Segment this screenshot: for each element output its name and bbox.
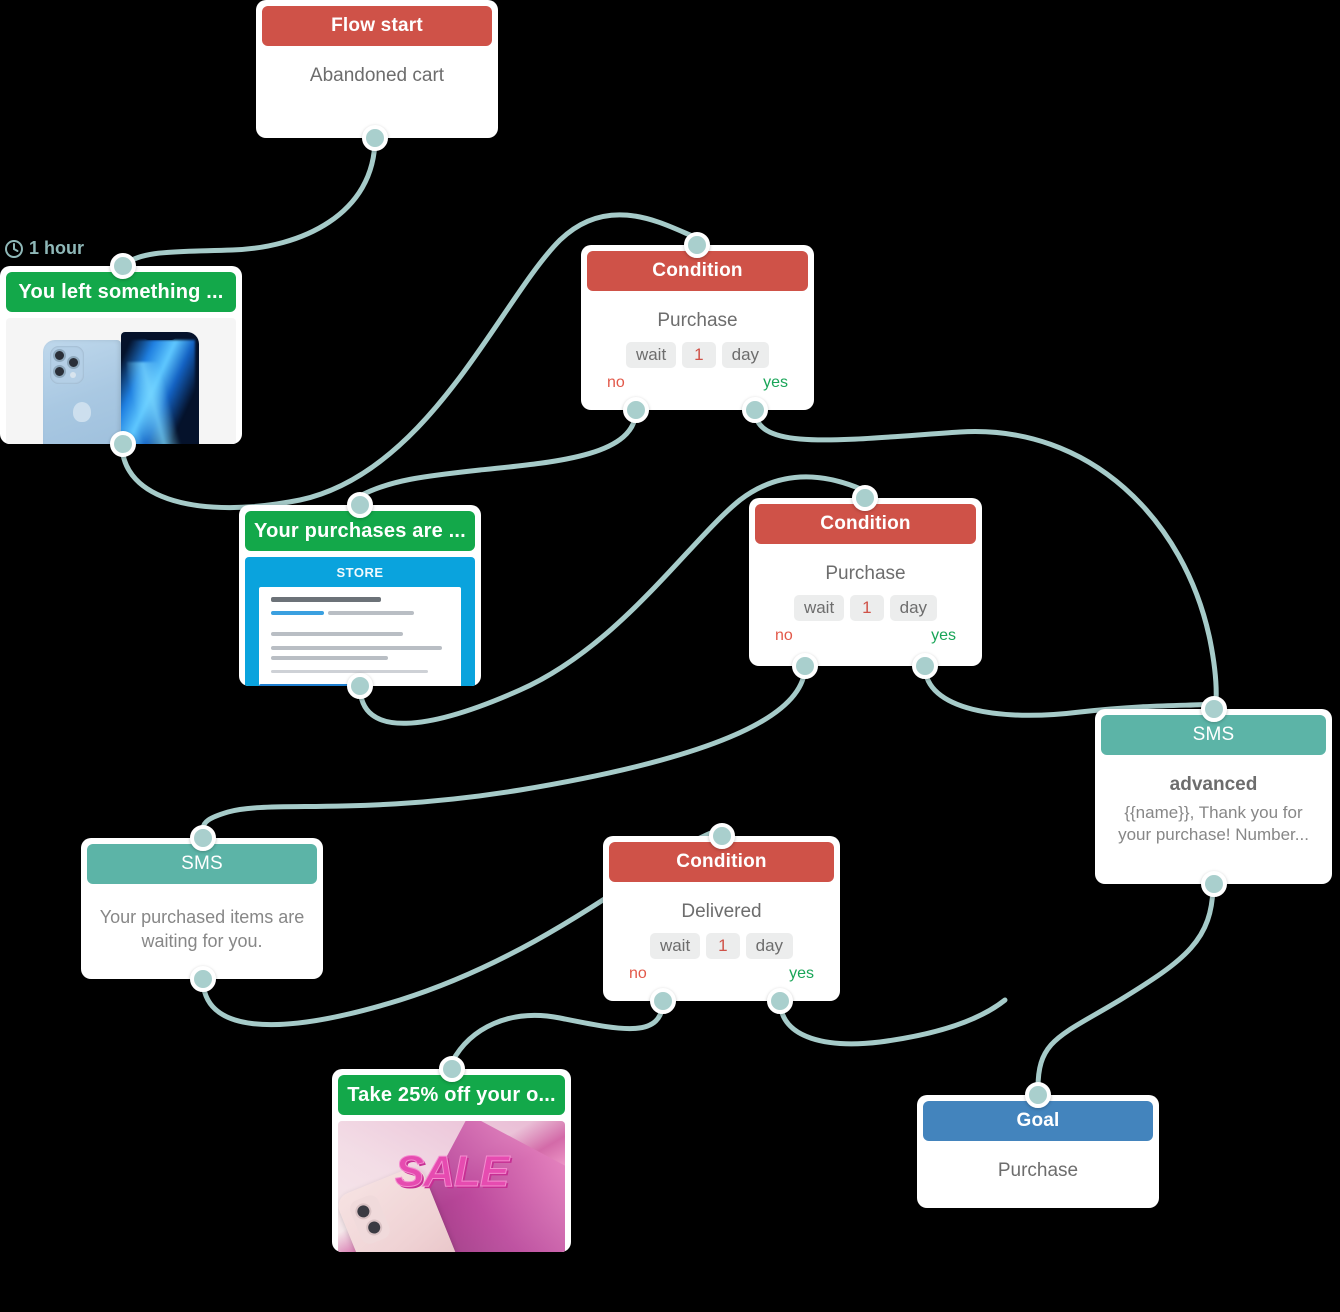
condition-1-wait-chips: wait 1 day xyxy=(593,342,802,368)
email-preview-iphone xyxy=(6,318,236,444)
node-title-sms-advanced: advanced xyxy=(1169,774,1258,795)
port-condition-1-in[interactable] xyxy=(684,232,710,258)
port-condition-2-out-no[interactable] xyxy=(792,653,818,679)
condition-delivered-wait-chips: wait 1 day xyxy=(615,933,828,959)
apple-logo-icon xyxy=(73,402,91,422)
port-sms-waiting-out[interactable] xyxy=(190,966,216,992)
port-flow-start-out[interactable] xyxy=(362,125,388,151)
port-condition-1-out-yes[interactable] xyxy=(742,397,768,423)
branch-label-yes-1: yes xyxy=(763,374,788,391)
port-condition-delivered-out-no[interactable] xyxy=(650,988,676,1014)
chip-wait-number-3[interactable]: 1 xyxy=(706,933,740,959)
chip-wait-number-1[interactable]: 1 xyxy=(682,342,716,368)
branch-label-yes-2: yes xyxy=(931,627,956,644)
store-email-cta-button xyxy=(259,684,355,686)
node-body-condition-1: Purchase wait 1 day no yes xyxy=(581,291,814,398)
node-body-sms-waiting: Your purchased items are waiting for you… xyxy=(81,884,323,968)
email-preview-store: STORE ★★★★★ xyxy=(245,557,475,686)
condition-delivered-branch-labels: no yes xyxy=(615,965,828,983)
iphone-front xyxy=(121,332,199,444)
chip-wait-label-1: wait xyxy=(625,342,677,368)
branch-label-yes-3: yes xyxy=(789,965,814,982)
chip-wait-number-2[interactable]: 1 xyxy=(850,595,884,621)
chip-wait-unit-1: day xyxy=(721,342,770,368)
node-condition-purchase-2[interactable]: Condition Purchase wait 1 day no yes xyxy=(749,498,982,666)
node-condition-purchase-1[interactable]: Condition Purchase wait 1 day no yes xyxy=(581,245,814,410)
node-body-condition-delivered: Delivered wait 1 day no yes xyxy=(603,882,840,989)
port-email-you-left-in[interactable] xyxy=(110,253,136,279)
iphone-camera-block xyxy=(50,346,84,384)
port-goal-in[interactable] xyxy=(1025,1082,1051,1108)
chip-wait-unit-3: day xyxy=(745,933,794,959)
chip-wait-unit-2: day xyxy=(889,595,938,621)
store-email-card xyxy=(259,587,461,686)
iphone-back xyxy=(43,340,121,444)
branch-label-no-1: no xyxy=(607,374,625,391)
sale-banner-image: SALE xyxy=(338,1121,565,1252)
port-condition-2-in[interactable] xyxy=(852,485,878,511)
clock-icon xyxy=(5,239,23,258)
iphone-blue-image xyxy=(6,318,236,444)
port-condition-1-out-no[interactable] xyxy=(623,397,649,423)
node-sms-advanced[interactable]: SMS advanced {{name}}, Thank you for you… xyxy=(1095,709,1332,884)
edge-sms-advanced-to-goal xyxy=(1035,881,1216,1091)
store-email-image: STORE ★★★★★ xyxy=(245,557,475,686)
node-body-sms-advanced: advanced {{name}}, Thank you for your pu… xyxy=(1095,755,1332,861)
node-email-take-25-off[interactable]: Take 25% off your o... SALE xyxy=(332,1069,571,1252)
edge-cond-delivered-no-to-email-sale xyxy=(449,997,666,1065)
edge-cond1-no-to-email-purchases xyxy=(357,407,639,499)
edge-cond2-yes-to-sms-advanced xyxy=(922,663,1215,718)
node-condition-delivered[interactable]: Condition Delivered wait 1 day no yes xyxy=(603,836,840,1001)
edge-start-to-email-left xyxy=(120,135,378,269)
chip-wait-label-2: wait xyxy=(793,595,845,621)
node-title-condition-1: Purchase xyxy=(657,310,738,331)
wait-badge-label: 1 hour xyxy=(29,238,85,258)
branch-label-no-3: no xyxy=(629,965,647,982)
node-title-condition-delivered: Delivered xyxy=(681,901,762,922)
node-title-flow-start: Abandoned cart xyxy=(309,65,445,86)
node-message-sms-advanced: {{name}}, Thank you for your purchase! N… xyxy=(1118,803,1309,845)
port-condition-delivered-in[interactable] xyxy=(709,823,735,849)
edge-cond-delivered-yes xyxy=(777,997,1008,1047)
chip-wait-label-3: wait xyxy=(649,933,701,959)
node-email-your-purchases[interactable]: Your purchases are ... STORE ★★★★★ xyxy=(239,505,481,686)
port-email-you-left-out[interactable] xyxy=(110,431,136,457)
port-sms-advanced-in[interactable] xyxy=(1201,696,1227,722)
edge-cond2-no-to-sms-left xyxy=(200,663,808,831)
node-sms-waiting[interactable]: SMS Your purchased items are waiting for… xyxy=(81,838,323,979)
node-body-condition-2: Purchase wait 1 day no yes xyxy=(749,544,982,651)
port-sms-waiting-in[interactable] xyxy=(190,825,216,851)
node-header-flow-start: Flow start xyxy=(262,6,492,46)
node-flow-start[interactable]: Flow start Abandoned cart xyxy=(256,0,498,138)
port-condition-delivered-out-yes[interactable] xyxy=(767,988,793,1014)
wait-badge-1-hour: 1 hour xyxy=(4,238,84,259)
port-condition-2-out-yes[interactable] xyxy=(912,653,938,679)
condition-2-wait-chips: wait 1 day xyxy=(761,595,970,621)
branch-label-no-2: no xyxy=(775,627,793,644)
node-title-condition-2: Purchase xyxy=(825,563,906,584)
condition-1-branch-labels: no yes xyxy=(593,374,802,392)
store-brand-label: STORE xyxy=(336,565,384,580)
port-sms-advanced-out[interactable] xyxy=(1201,871,1227,897)
email-preview-sale: SALE xyxy=(338,1121,565,1252)
port-email-take-25-off-in[interactable] xyxy=(439,1056,465,1082)
condition-2-branch-labels: no yes xyxy=(761,627,970,645)
port-email-your-purchases-out[interactable] xyxy=(347,673,373,699)
node-message-sms-waiting: Your purchased items are waiting for you… xyxy=(99,907,305,951)
sale-banner-word: SALE xyxy=(394,1147,509,1197)
node-email-you-left-something[interactable]: You left something ... xyxy=(0,266,242,444)
node-goal-purchase[interactable]: Goal Purchase xyxy=(917,1095,1159,1208)
node-body-flow-start: Abandoned cart xyxy=(256,46,498,105)
node-body-goal: Purchase xyxy=(917,1141,1159,1200)
flow-canvas[interactable]: Flow start Abandoned cart 1 hour You lef… xyxy=(0,0,1340,1312)
port-email-your-purchases-in[interactable] xyxy=(347,492,373,518)
node-title-goal: Purchase xyxy=(997,1160,1079,1181)
